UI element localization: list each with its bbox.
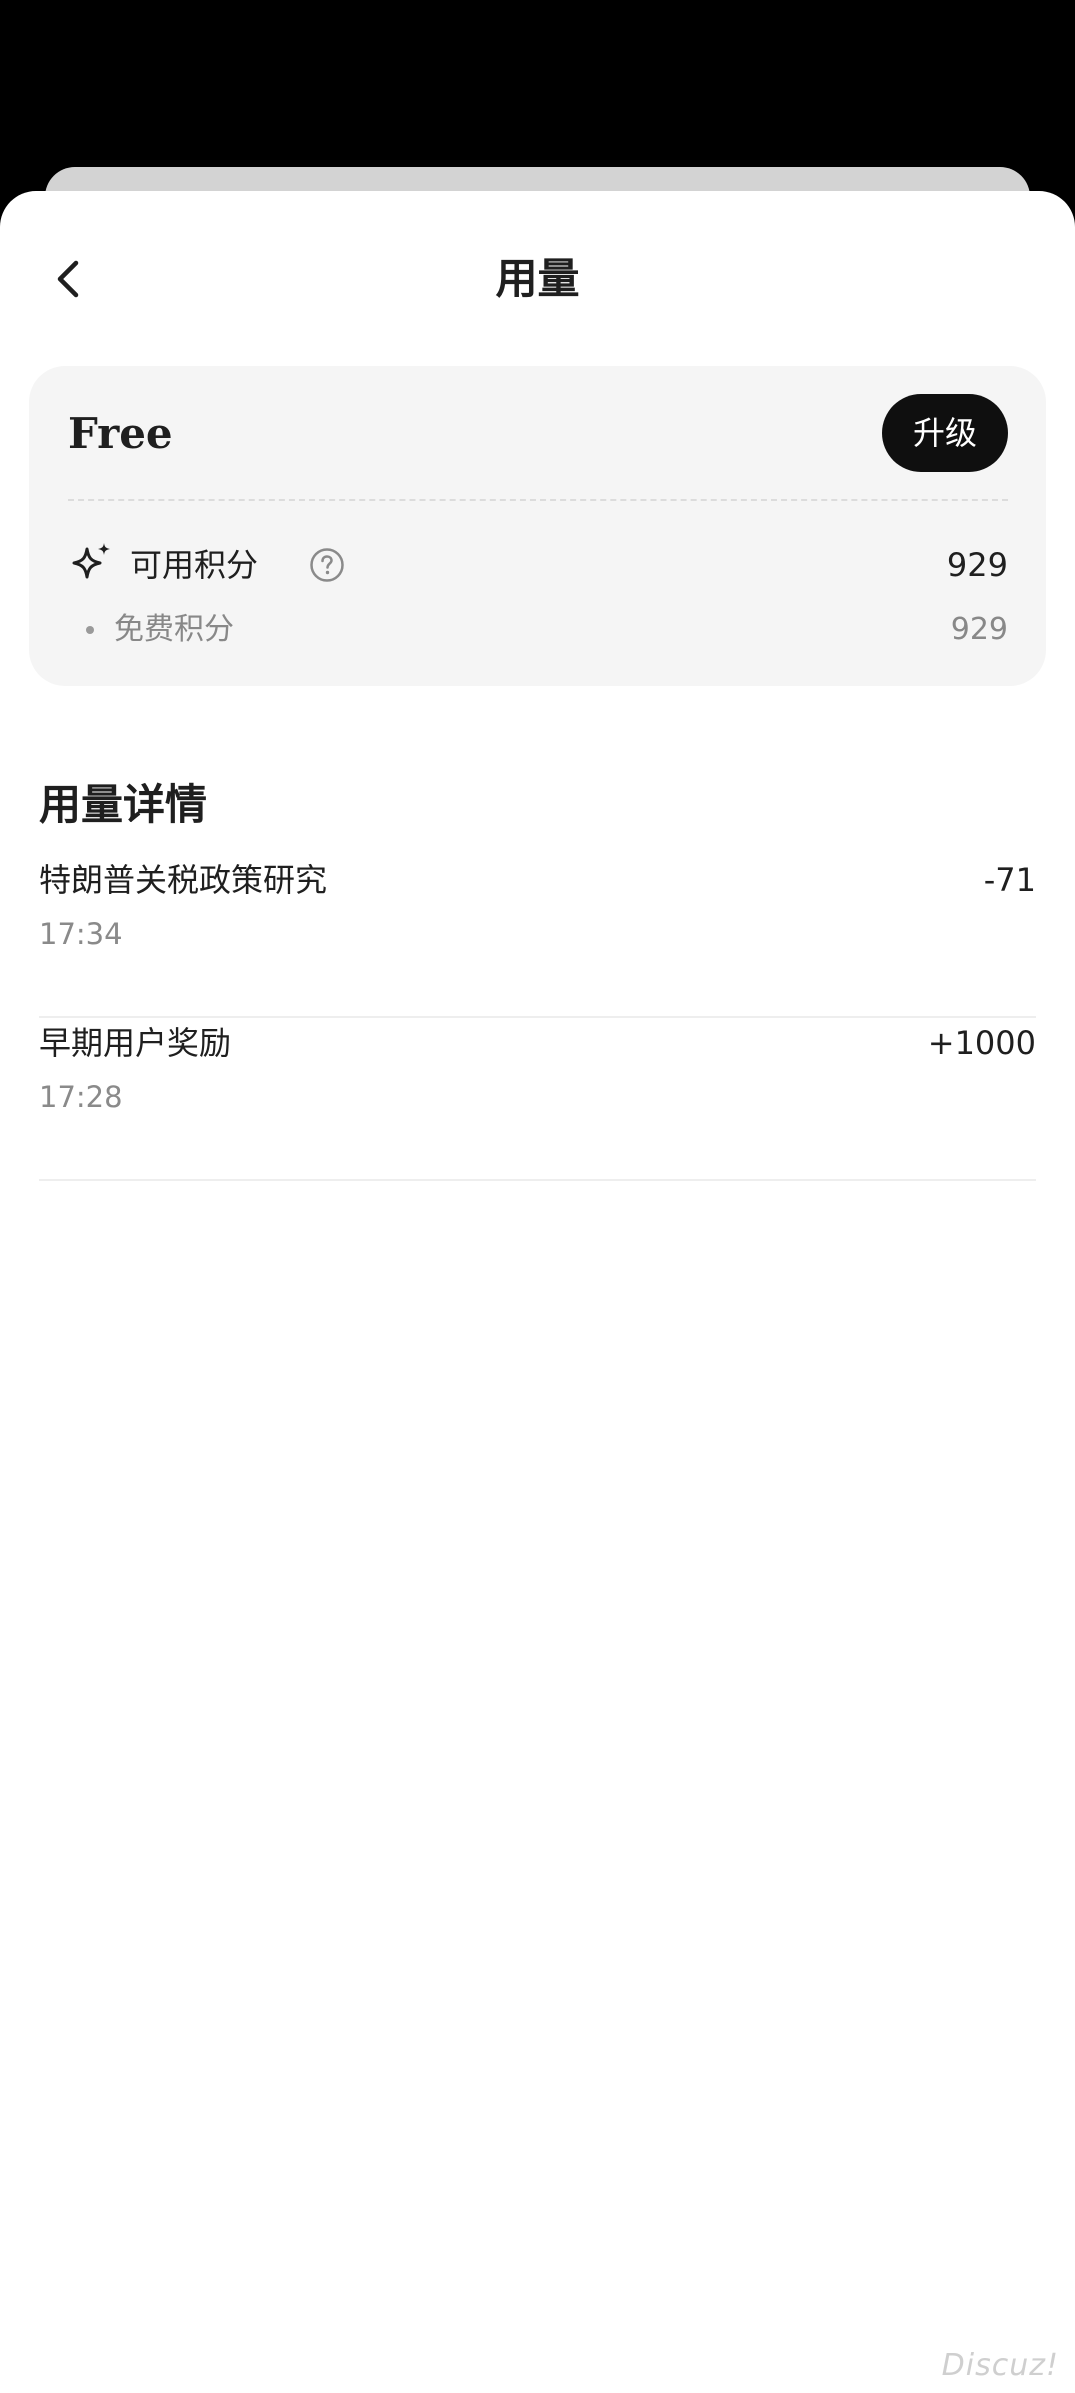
usage-item-time: 17:34: [39, 917, 123, 951]
free-credits-value: 929: [950, 612, 1008, 647]
usage-item-name: 早期用户奖励: [39, 1024, 232, 1062]
available-credits-value: 929: [946, 546, 1008, 584]
usage-item-name: 特朗普关税政策研究: [39, 861, 328, 899]
usage-item-amount: -71: [983, 861, 1036, 899]
free-credits-row: 免费积分 929: [68, 605, 1008, 655]
app-screen: { "header": { "title": "用量", "back_icon"…: [0, 0, 1075, 2393]
divider: [68, 499, 1008, 501]
usage-list: 特朗普关税政策研究 17:34 -71 早期用户奖励 17:28 +1000: [39, 855, 1036, 1181]
list-item[interactable]: 特朗普关税政策研究 17:34 -71: [39, 855, 1036, 1018]
free-credits-label: 免费积分: [114, 612, 234, 647]
sparkle-icon: [72, 543, 110, 579]
plan-card: Free 升级 可用积分 929 免费积分 929: [29, 366, 1046, 686]
page-title: 用量: [495, 254, 580, 303]
upgrade-button[interactable]: 升级: [882, 394, 1008, 472]
available-credits-label: 可用积分: [130, 546, 259, 584]
watermark: Discuz!: [941, 2348, 1059, 2383]
plan-name: Free: [68, 409, 173, 458]
available-credits-row: 可用积分 929: [68, 537, 1008, 593]
usage-item-time: 17:28: [39, 1080, 123, 1114]
usage-sheet: 用量 Free 升级 可用积分 929 免费积分 929 用量详情 特朗普关税政…: [0, 191, 1075, 2393]
question-circle-icon[interactable]: [309, 547, 345, 583]
list-item[interactable]: 早期用户奖励 17:28 +1000: [39, 1018, 1036, 1181]
usage-item-amount: +1000: [927, 1024, 1036, 1062]
usage-details-title: 用量详情: [39, 780, 208, 829]
bullet-dot: [86, 626, 94, 634]
